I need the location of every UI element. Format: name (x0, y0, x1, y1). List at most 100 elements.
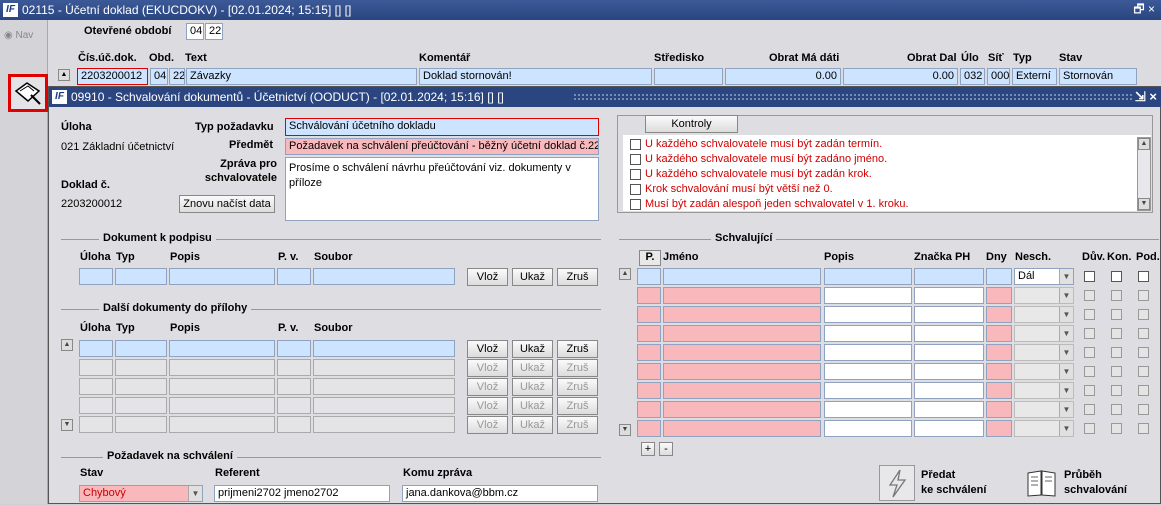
schval-cell[interactable] (637, 344, 661, 361)
kon-checkbox[interactable] (1111, 423, 1122, 434)
schval-col-p[interactable]: P. (639, 250, 661, 266)
schval-cell[interactable] (914, 287, 984, 304)
check-1[interactable] (630, 139, 641, 150)
duv-checkbox[interactable] (1084, 309, 1095, 320)
schval-cell[interactable] (824, 325, 912, 342)
schval-cell[interactable] (986, 287, 1012, 304)
schval-scrollbar[interactable]: ▲ ▼ (619, 268, 633, 436)
row-typ[interactable]: Externí (1012, 68, 1057, 85)
dok-soubor-field[interactable] (313, 268, 455, 285)
dalsi-cell[interactable] (313, 359, 455, 376)
checks-scrollbar[interactable]: ▲ ▼ (1137, 137, 1151, 211)
row-obrat-md[interactable]: 0.00 (725, 68, 841, 85)
dalsi-cell[interactable] (313, 416, 455, 433)
dalsi-cell[interactable] (277, 359, 311, 376)
dok-uloha-field[interactable] (79, 268, 113, 285)
stav-select[interactable]: Chybový ▼ (79, 485, 203, 502)
kon-checkbox[interactable] (1111, 347, 1122, 358)
dalsi-cell[interactable] (169, 416, 275, 433)
schval-cell[interactable] (914, 325, 984, 342)
nesch-select[interactable]: ▼ (1014, 325, 1074, 342)
schval-cell[interactable] (663, 401, 821, 418)
period-year-field[interactable]: 22 (205, 23, 223, 40)
period-month-field[interactable]: 04 (186, 23, 204, 40)
grid-scroll-up[interactable]: ▲ (58, 69, 70, 81)
dok-popis-field[interactable] (169, 268, 275, 285)
predmet-field[interactable]: Požadavek na schválení přeúčtování - běž… (285, 138, 599, 155)
pod-checkbox[interactable] (1138, 271, 1149, 282)
kon-checkbox[interactable] (1111, 366, 1122, 377)
dalsi-cell[interactable] (79, 378, 113, 395)
dalsi-zrus-button[interactable]: Zruš (557, 397, 598, 415)
dalsi-ukaz-button[interactable]: Ukaž (512, 378, 553, 396)
schval-cell[interactable] (824, 420, 912, 437)
dalsi-ukaz-button[interactable]: Ukaž (512, 416, 553, 434)
kon-checkbox[interactable] (1111, 404, 1122, 415)
schval-scroll-down-icon[interactable]: ▼ (619, 424, 631, 436)
dok-vloz-button[interactable]: Vlož (467, 268, 508, 286)
row-stav[interactable]: Stornován (1059, 68, 1137, 85)
schval-cell[interactable] (824, 268, 912, 285)
dok-zrus-button[interactable]: Zruš (557, 268, 598, 286)
komu-field[interactable]: jana.dankova@bbm.cz (402, 485, 598, 502)
schval-cell[interactable] (914, 344, 984, 361)
dalsi-cell[interactable] (277, 378, 311, 395)
check-5[interactable] (630, 199, 641, 210)
schval-cell[interactable] (637, 306, 661, 323)
reload-data-button[interactable]: Znovu načíst data (179, 195, 275, 213)
nesch-select[interactable]: ▼ (1014, 344, 1074, 361)
schval-cell[interactable] (986, 344, 1012, 361)
pod-checkbox[interactable] (1138, 423, 1149, 434)
nesch-select[interactable]: ▼ (1014, 287, 1074, 304)
dalsi-cell[interactable] (169, 397, 275, 414)
dalsi-ukaz-button[interactable]: Ukaž (512, 397, 553, 415)
prubeh-button[interactable]: Průběh schvalování (1025, 465, 1155, 505)
dalsi-ukaz-button[interactable]: Ukaž (512, 359, 553, 377)
dalsi-vloz-button[interactable]: Vlož (467, 340, 508, 358)
schval-cell[interactable] (637, 363, 661, 380)
duv-checkbox[interactable] (1084, 366, 1095, 377)
kontroly-button[interactable]: Kontroly (645, 115, 738, 133)
nesch-select[interactable]: Dál ▼ (1014, 268, 1074, 285)
schval-cell[interactable] (914, 268, 984, 285)
dalsi-cell[interactable] (277, 416, 311, 433)
dalsi-cell[interactable] (169, 340, 275, 357)
schval-cell[interactable] (914, 382, 984, 399)
schval-cell[interactable] (824, 306, 912, 323)
dalsi-cell[interactable] (115, 416, 167, 433)
schval-cell[interactable] (637, 420, 661, 437)
schval-cell[interactable] (914, 363, 984, 380)
dalsi-vloz-button[interactable]: Vlož (467, 378, 508, 396)
schval-cell[interactable] (986, 401, 1012, 418)
dalsi-vloz-button[interactable]: Vlož (467, 416, 508, 434)
scroll-down-icon[interactable]: ▼ (1138, 198, 1150, 210)
typ-pozadavku-field[interactable]: Schválování účetního dokladu (285, 118, 599, 136)
kon-checkbox[interactable] (1111, 309, 1122, 320)
dalsi-vloz-button[interactable]: Vlož (467, 397, 508, 415)
zprava-textarea[interactable]: Prosíme o schválení návrhu přeúčtování v… (285, 157, 599, 221)
dok-ukaz-button[interactable]: Ukaž (512, 268, 553, 286)
schval-cell[interactable] (663, 344, 821, 361)
dalsi-cell[interactable] (115, 378, 167, 395)
kon-checkbox[interactable] (1111, 290, 1122, 301)
check-2[interactable] (630, 154, 641, 165)
schval-cell[interactable] (986, 363, 1012, 380)
duv-checkbox[interactable] (1084, 423, 1095, 434)
dalsi-zrus-button[interactable]: Zruš (557, 340, 598, 358)
pod-checkbox[interactable] (1138, 290, 1149, 301)
dalsi-cell[interactable] (313, 378, 455, 395)
dalsi-cell[interactable] (79, 359, 113, 376)
pod-checkbox[interactable] (1138, 404, 1149, 415)
schval-cell[interactable] (663, 306, 821, 323)
remove-row-button[interactable]: - (659, 442, 673, 456)
add-row-button[interactable]: + (641, 442, 655, 456)
pod-checkbox[interactable] (1138, 347, 1149, 358)
dalsi-cell[interactable] (79, 340, 113, 357)
nesch-select[interactable]: ▼ (1014, 363, 1074, 380)
dalsi-cell[interactable] (313, 397, 455, 414)
dalsi-cell[interactable] (79, 416, 113, 433)
schval-cell[interactable] (986, 325, 1012, 342)
check-3[interactable] (630, 169, 641, 180)
nesch-select[interactable]: ▼ (1014, 382, 1074, 399)
kon-checkbox[interactable] (1111, 271, 1122, 282)
